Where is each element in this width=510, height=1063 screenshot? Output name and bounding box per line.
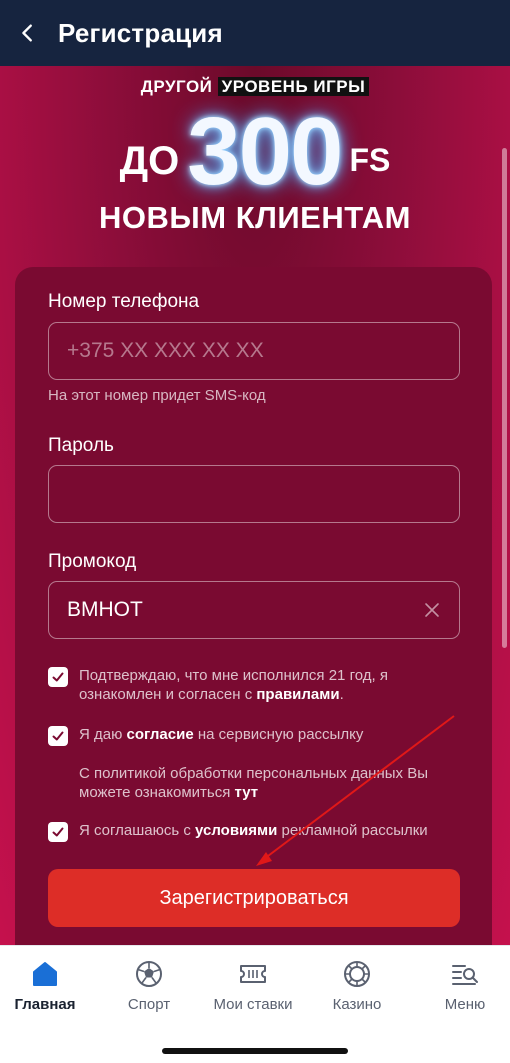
clear-icon[interactable]: [423, 601, 441, 619]
banner-subline: НОВЫМ КЛИЕНТАМ: [99, 200, 411, 235]
consent-ads-checkbox[interactable]: [48, 822, 68, 842]
consent-mail-text-a: Я даю: [79, 726, 127, 743]
bottom-tab-bar: Главная Спорт Мои ставки Казино Меню: [0, 945, 510, 1063]
password-input[interactable]: [48, 465, 460, 523]
consent-ads-text-a: Я соглашаюсь с: [79, 822, 196, 839]
consent-ads-text: Я соглашаюсь с условиями рекламной рассы…: [79, 821, 428, 842]
banner-tagline-a: ДРУГОЙ: [140, 77, 213, 96]
home-icon: [33, 962, 57, 986]
banner-amount-line: ДО 300 FS: [0, 104, 510, 200]
consent-mail-text-b: на сервисную рассылку: [193, 726, 364, 743]
banner-suffix: FS: [349, 141, 391, 178]
phone-placeholder: +375 XX XXX XX XX: [67, 339, 264, 362]
register-button[interactable]: Зарегистрироваться: [48, 869, 460, 927]
tab-label: Главная: [14, 996, 76, 1013]
password-label: Пароль: [48, 435, 114, 456]
tab-my-bets[interactable]: Мои ставки: [202, 958, 304, 1013]
tab-label: Мои ставки: [213, 996, 293, 1013]
privacy-link[interactable]: тут: [235, 784, 259, 801]
banner-prefix: ДО: [119, 138, 180, 183]
consent-mail-checkbox[interactable]: [48, 726, 68, 746]
consent-ads-text-b: рекламной рассылки: [277, 822, 428, 839]
registration-form: Номер телефона +375 XX XXX XX XX На этот…: [15, 267, 492, 945]
promo-input[interactable]: BMHOT: [48, 581, 460, 639]
banner-tagline-b: УРОВЕНЬ ИГРЫ: [217, 77, 370, 96]
consent-mail-text: Я даю согласие на сервисную рассылку: [79, 725, 363, 746]
registration-screen[interactable]: ДРУГОЙ УРОВЕНЬ ИГРЫ ДО 300 FS НОВЫМ КЛИЕ…: [0, 66, 510, 945]
tab-label: Казино: [332, 996, 382, 1013]
promo-banner: ДРУГОЙ УРОВЕНЬ ИГРЫ ДО 300 FS НОВЫМ КЛИЕ…: [0, 66, 510, 266]
banner-tagline: ДРУГОЙ УРОВЕНЬ ИГРЫ: [0, 77, 510, 97]
promo-label: Промокод: [48, 551, 137, 572]
back-button[interactable]: [0, 0, 56, 66]
chevron-left-icon: [22, 24, 32, 42]
checkmark-icon: [52, 731, 64, 741]
tab-home[interactable]: Главная: [0, 958, 96, 1013]
soccer-ball-icon: [136, 961, 162, 987]
page-title: Регистрация: [58, 17, 223, 48]
phone-label: Номер телефона: [48, 291, 200, 312]
checkmark-icon: [52, 827, 64, 837]
top-bar: Регистрация: [0, 0, 510, 66]
banner-amount: 300: [187, 98, 343, 205]
consent-age-text: Подтверждаю, что мне исполнился 21 год, …: [79, 666, 468, 704]
consent-age-row[interactable]: Подтверждаю, что мне исполнился 21 год, …: [48, 666, 468, 704]
phone-hint: На этот номер придет SMS-код: [48, 387, 266, 404]
tab-casino[interactable]: Казино: [306, 958, 408, 1013]
menu-search-icon: [452, 965, 478, 985]
privacy-note: С политикой обработки персональных данны…: [79, 764, 459, 802]
casino-chip-icon: [344, 961, 370, 987]
ticket-icon: [240, 965, 266, 983]
tab-menu[interactable]: Меню: [414, 958, 510, 1013]
consent-ads-row[interactable]: Я соглашаюсь с условиями рекламной рассы…: [48, 821, 468, 842]
home-indicator[interactable]: [162, 1048, 348, 1054]
consent-age-checkbox[interactable]: [48, 667, 68, 687]
phone-input[interactable]: +375 XX XXX XX XX: [48, 322, 460, 380]
consent-link[interactable]: согласие: [127, 726, 194, 743]
rules-link[interactable]: правилами: [256, 686, 339, 703]
consent-age-text-end: .: [339, 686, 344, 703]
tab-sport[interactable]: Спорт: [98, 958, 200, 1013]
checkmark-icon: [52, 672, 64, 682]
promo-value: BMHOT: [67, 598, 143, 621]
tab-label: Меню: [444, 996, 486, 1013]
terms-link[interactable]: условиями: [195, 822, 277, 839]
consent-mail-row[interactable]: Я даю согласие на сервисную рассылку: [48, 725, 468, 746]
tab-label: Спорт: [127, 996, 171, 1013]
